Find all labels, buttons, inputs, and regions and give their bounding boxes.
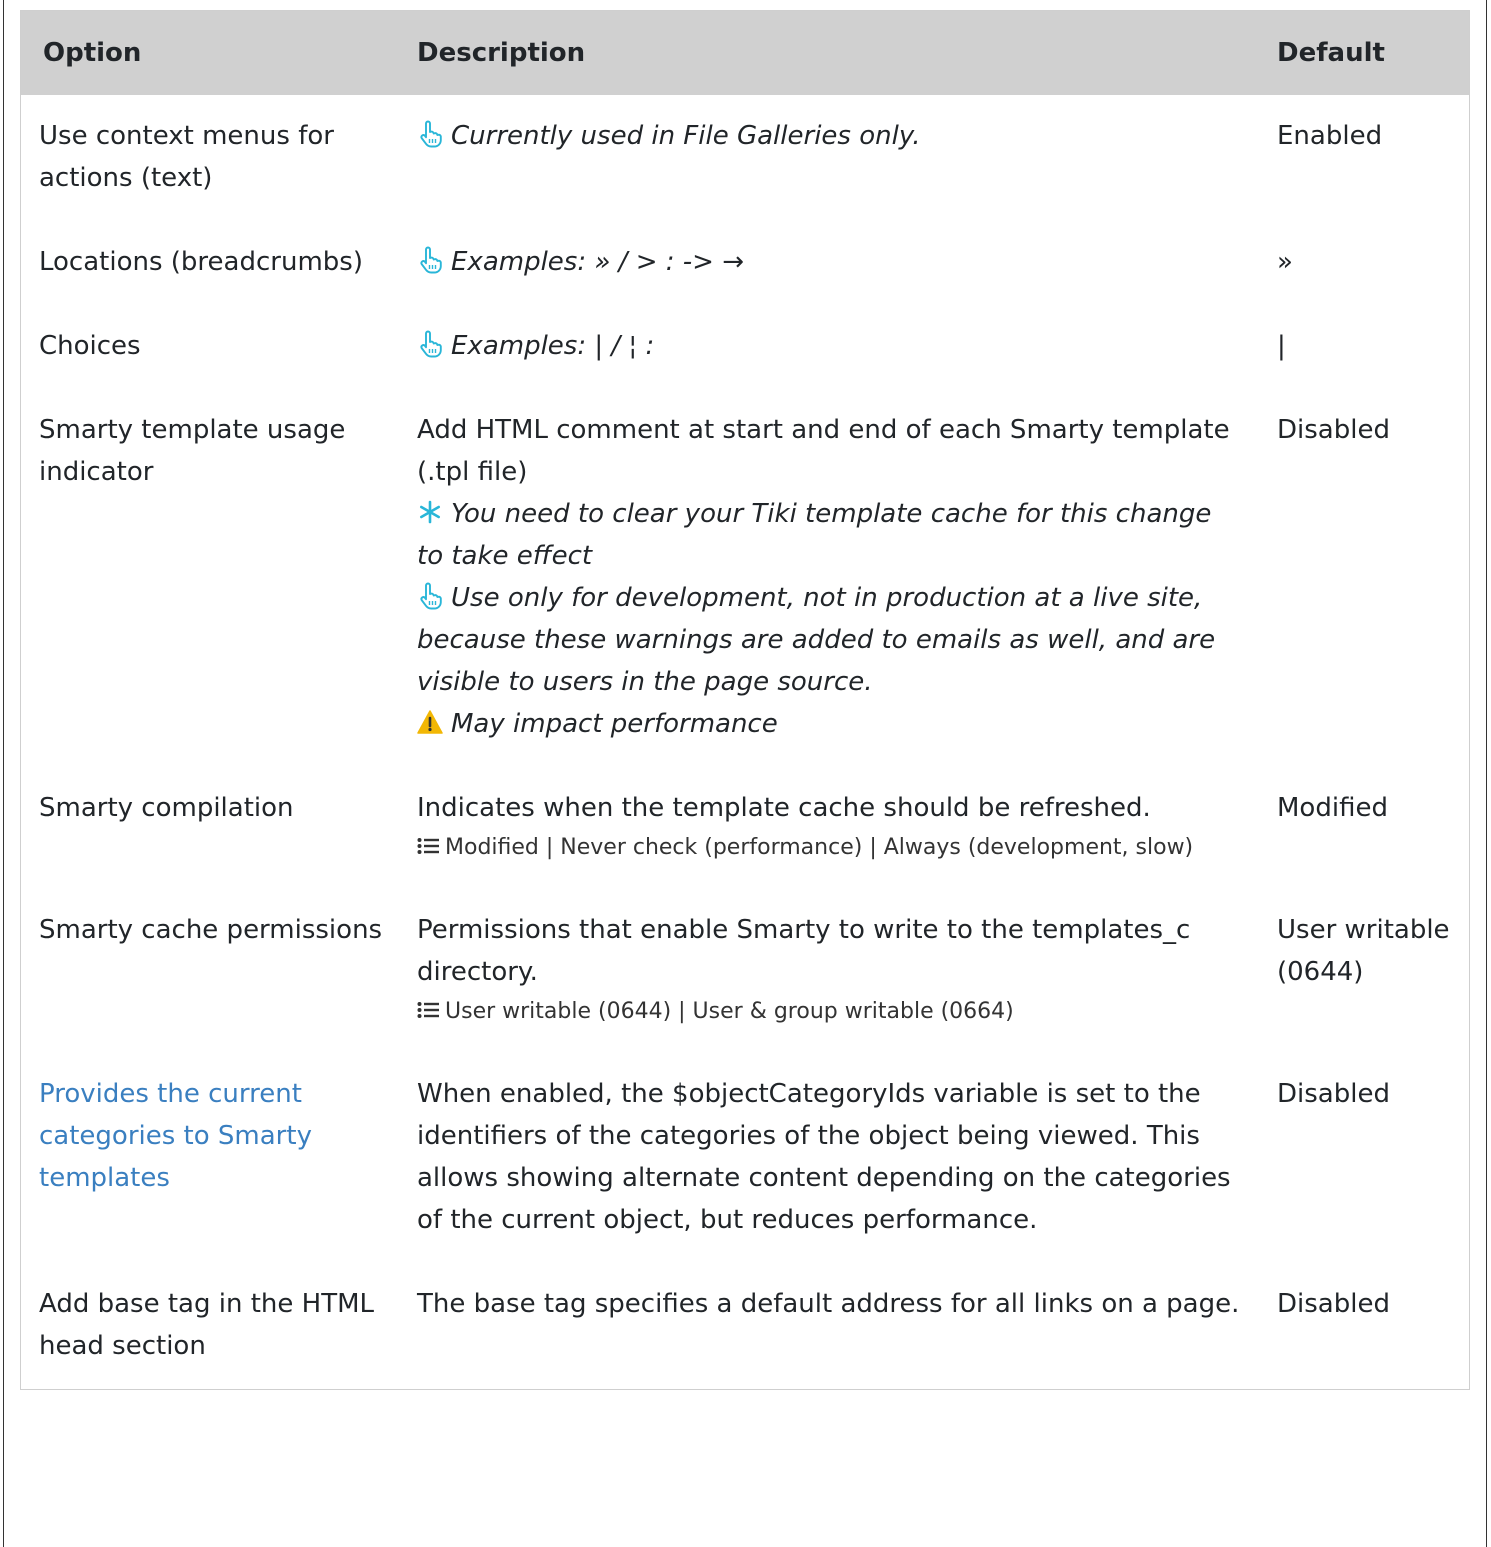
default-value: Disabled bbox=[1277, 1079, 1390, 1109]
pointing-hand-icon bbox=[417, 330, 443, 358]
table-header-row: Option Description Default bbox=[21, 11, 1469, 95]
warning-note: May impact performance bbox=[417, 703, 1245, 745]
hint-text: Examples: » / > : -> → bbox=[451, 247, 744, 277]
hint-note: Examples: | / ¦ : bbox=[417, 325, 1245, 367]
hint-text: Examples: | / ¦ : bbox=[451, 331, 655, 361]
pointing-hand-icon bbox=[417, 120, 443, 148]
hint-note: Use only for development, not in product… bbox=[417, 577, 1245, 703]
list-icon bbox=[417, 1000, 439, 1020]
right-border bbox=[1486, 0, 1487, 1547]
restart-text: You need to clear your Tiki template cac… bbox=[417, 499, 1212, 571]
description-text: Permissions that enable Smarty to write … bbox=[417, 915, 1191, 987]
hint-text: Use only for development, not in product… bbox=[417, 583, 1216, 697]
pointing-hand-icon bbox=[417, 582, 443, 610]
description-cell: The base tag specifies a default address… bbox=[399, 1263, 1259, 1389]
pointing-hand-icon bbox=[417, 246, 443, 274]
description-cell: Permissions that enable Smarty to write … bbox=[399, 889, 1259, 1053]
warning-icon bbox=[417, 708, 443, 736]
column-header-default: Default bbox=[1277, 38, 1385, 68]
default-value: User writable (0644) bbox=[1277, 915, 1450, 987]
option-name: Smarty compilation bbox=[39, 793, 294, 823]
description-text: Add HTML comment at start and end of eac… bbox=[417, 415, 1230, 487]
default-value: Disabled bbox=[1277, 1289, 1390, 1319]
table-row: Smarty compilation Indicates when the te… bbox=[21, 767, 1469, 889]
option-name: Choices bbox=[39, 331, 141, 361]
options-text: Modified | Never check (performance) | A… bbox=[445, 835, 1194, 860]
option-name: Add base tag in the HTML head section bbox=[39, 1289, 374, 1361]
hint-note: Examples: » / > : -> → bbox=[417, 241, 1245, 283]
preferences-table: Option Description Default Use context m… bbox=[21, 11, 1469, 1389]
warning-text: May impact performance bbox=[451, 709, 778, 739]
default-value: Modified bbox=[1277, 793, 1388, 823]
description-cell: Currently used in File Galleries only. bbox=[399, 95, 1259, 221]
description-text: The base tag specifies a default address… bbox=[417, 1289, 1240, 1319]
option-name: Smarty cache permissions bbox=[39, 915, 383, 945]
options-list: Modified | Never check (performance) | A… bbox=[417, 829, 1245, 867]
description-cell: Examples: » / > : -> → bbox=[399, 221, 1259, 305]
option-name: Use context menus for actions (text) bbox=[39, 121, 334, 193]
description-cell: Indicates when the template cache should… bbox=[399, 767, 1259, 889]
table-row: Provides the current categories to Smart… bbox=[21, 1053, 1469, 1263]
description-cell: Add HTML comment at start and end of eac… bbox=[399, 389, 1259, 767]
description-cell: When enabled, the $objectCategoryIds var… bbox=[399, 1053, 1259, 1263]
options-text: User writable (0644) | User & group writ… bbox=[445, 999, 1014, 1024]
restart-note: You need to clear your Tiki template cac… bbox=[417, 493, 1245, 577]
table-row: Add base tag in the HTML head section Th… bbox=[21, 1263, 1469, 1389]
default-value: Enabled bbox=[1277, 121, 1383, 151]
asterisk-icon bbox=[417, 498, 443, 526]
table-row: Smarty cache permissions Permissions tha… bbox=[21, 889, 1469, 1053]
options-list: User writable (0644) | User & group writ… bbox=[417, 993, 1245, 1031]
description-text: When enabled, the $objectCategoryIds var… bbox=[417, 1079, 1231, 1235]
table-row: Choices Examples: | / ¦ : | bbox=[21, 305, 1469, 389]
hint-note: Currently used in File Galleries only. bbox=[417, 115, 1245, 157]
default-value: Disabled bbox=[1277, 415, 1390, 445]
list-icon bbox=[417, 836, 439, 856]
option-name: Locations (breadcrumbs) bbox=[39, 247, 363, 277]
option-name: Smarty template usage indicator bbox=[39, 415, 346, 487]
description-cell: Examples: | / ¦ : bbox=[399, 305, 1259, 389]
page: Option Description Default Use context m… bbox=[0, 0, 1491, 1547]
left-border bbox=[3, 0, 4, 1547]
description-text: Indicates when the template cache should… bbox=[417, 793, 1151, 823]
default-value: » bbox=[1277, 247, 1293, 277]
preferences-table-wrapper: Option Description Default Use context m… bbox=[20, 10, 1470, 1390]
column-header-option: Option bbox=[43, 38, 142, 68]
hint-text: Currently used in File Galleries only. bbox=[451, 121, 921, 151]
option-link[interactable]: Provides the current categories to Smart… bbox=[39, 1079, 312, 1193]
default-value: | bbox=[1277, 331, 1286, 361]
option-cell: Provides the current categories to Smart… bbox=[21, 1053, 399, 1263]
table-row: Smarty template usage indicator Add HTML… bbox=[21, 389, 1469, 767]
column-header-description: Description bbox=[417, 38, 586, 68]
table-row: Locations (breadcrumbs) Examples: » / > … bbox=[21, 221, 1469, 305]
table-row: Use context menus for actions (text) Cur… bbox=[21, 95, 1469, 221]
